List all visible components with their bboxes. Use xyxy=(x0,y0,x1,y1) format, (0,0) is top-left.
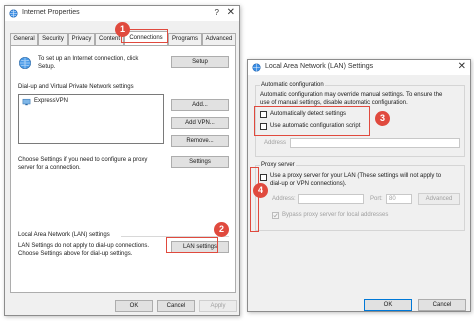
title-bar: Internet Properties ? ✕ xyxy=(5,6,239,21)
dialup-vpn-heading: Dial-up and Virtual Private Network sett… xyxy=(18,84,134,90)
proxy-description-line1: Choose Settings if you need to configure… xyxy=(18,157,148,163)
setup-description-line1: To set up an Internet connection, click xyxy=(38,56,139,62)
connections-panel: To set up an Internet connection, click … xyxy=(10,45,236,293)
advanced-button[interactable]: Advanced xyxy=(418,193,460,205)
auto-detect-checkbox[interactable] xyxy=(260,111,267,118)
lan-dialog-title: Local Area Network (LAN) Settings xyxy=(265,63,374,70)
ok-button[interactable]: OK xyxy=(115,300,153,312)
setup-description-line2: Setup. xyxy=(38,64,56,70)
list-item-expressvpn[interactable]: ExpressVPN xyxy=(34,98,68,106)
lan-ok-button[interactable]: OK xyxy=(364,299,412,311)
proxy-server-group: Proxy server Use a proxy server for your… xyxy=(255,162,465,231)
tab-general[interactable]: General xyxy=(10,33,38,45)
proxy-description-line2: server for a connection. xyxy=(18,165,81,171)
use-proxy-checkbox[interactable] xyxy=(260,174,267,181)
settings-button[interactable]: Settings xyxy=(171,156,229,168)
use-proxy-label-line2: dial-up or VPN connections). xyxy=(270,181,347,187)
tab-security[interactable]: Security xyxy=(38,33,68,45)
cancel-button[interactable]: Cancel xyxy=(157,300,195,312)
port-input[interactable]: 80 xyxy=(386,194,412,204)
script-address-input[interactable] xyxy=(290,138,460,148)
tab-connections[interactable]: Connections xyxy=(124,31,168,45)
use-proxy-label-line1[interactable]: Use a proxy server for your LAN (These s… xyxy=(270,173,441,181)
step-3-badge: 3 xyxy=(375,111,390,126)
auto-config-description-line1: Automatic configuration may override man… xyxy=(260,92,443,98)
lan-heading: Local Area Network (LAN) settings xyxy=(18,232,110,238)
internet-properties-window: Internet Properties ? ✕ General Security… xyxy=(4,5,240,316)
lan-globe-icon xyxy=(252,63,261,72)
step-4-badge: 4 xyxy=(253,183,268,198)
lan-cancel-button[interactable]: Cancel xyxy=(418,299,466,311)
lan-settings-dialog: Local Area Network (LAN) Settings ✕ Auto… xyxy=(247,59,471,312)
script-address-label: Address xyxy=(264,140,287,146)
tab-privacy[interactable]: Privacy xyxy=(68,33,95,45)
port-label: Port: xyxy=(370,196,383,202)
auto-config-heading: Automatic configuration xyxy=(260,82,325,89)
close-button[interactable]: ✕ xyxy=(227,7,235,19)
help-button[interactable]: ? xyxy=(215,8,219,17)
automatic-configuration-group: Automatic configuration Automatic config… xyxy=(255,82,465,157)
add-button[interactable]: Add... xyxy=(171,99,229,111)
connections-list[interactable]: ExpressVPN xyxy=(18,94,164,144)
apply-button[interactable]: Apply xyxy=(199,300,237,312)
vpn-connection-icon xyxy=(22,98,31,106)
lan-close-button[interactable]: ✕ xyxy=(458,61,466,73)
remove-button[interactable]: Remove... xyxy=(171,135,229,147)
auto-config-description-line2: use of manual settings, disable automati… xyxy=(260,100,408,106)
step-1-badge: 1 xyxy=(115,22,130,37)
use-script-checkbox[interactable] xyxy=(260,123,267,130)
checkmark-icon xyxy=(273,213,278,218)
auto-detect-label[interactable]: Automatically detect settings xyxy=(270,111,346,119)
tab-advanced[interactable]: Advanced xyxy=(202,33,236,45)
window-title: Internet Properties xyxy=(22,9,80,16)
lan-divider xyxy=(121,236,229,237)
proxy-address-label: Address: xyxy=(272,196,296,202)
lan-description-line1: LAN Settings do not apply to dial-up con… xyxy=(18,243,150,249)
setup-button[interactable]: Setup xyxy=(171,56,229,68)
internet-globe-icon xyxy=(9,9,18,18)
lan-settings-button[interactable]: LAN settings xyxy=(171,241,229,253)
network-setup-icon xyxy=(19,57,31,69)
add-vpn-button[interactable]: Add VPN... xyxy=(171,117,229,129)
use-script-label[interactable]: Use automatic configuration script xyxy=(270,123,360,131)
bypass-checkbox[interactable] xyxy=(272,212,279,219)
tab-programs[interactable]: Programs xyxy=(168,33,202,45)
lan-title-bar: Local Area Network (LAN) Settings ✕ xyxy=(248,60,470,75)
proxy-address-input[interactable] xyxy=(298,194,364,204)
bypass-label[interactable]: Bypass proxy server for local addresses xyxy=(282,212,388,220)
lan-description-line2: Choose Settings above for dial-up settin… xyxy=(18,251,133,257)
proxy-server-heading: Proxy server xyxy=(260,162,296,169)
step-2-badge: 2 xyxy=(214,222,229,237)
